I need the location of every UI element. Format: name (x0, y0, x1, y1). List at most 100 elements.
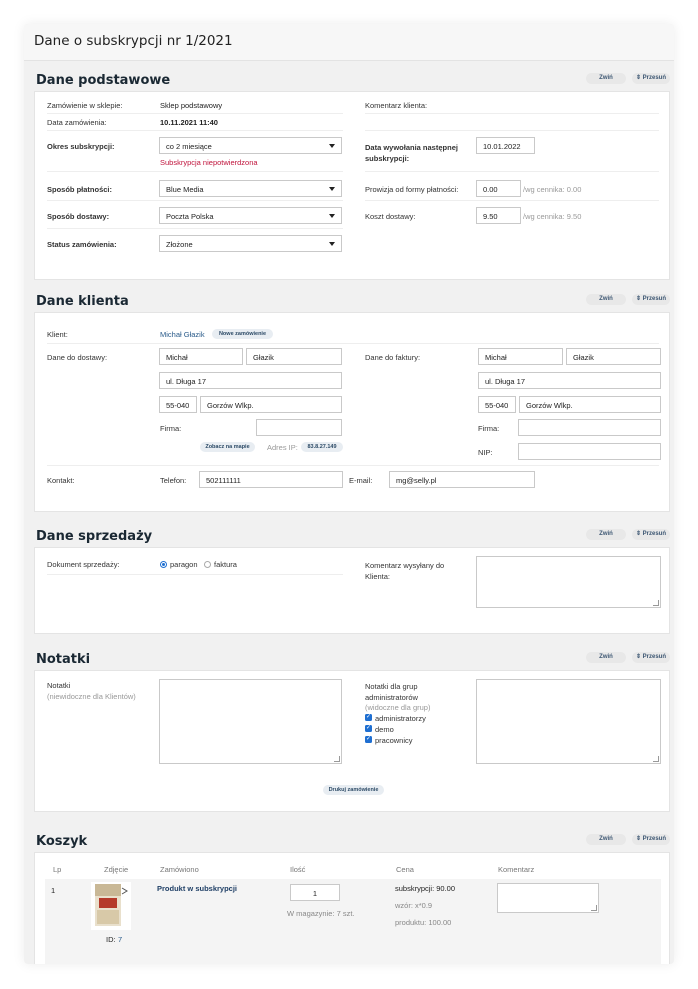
print-order-button[interactable]: Drukuj zamówienie (323, 785, 384, 795)
page-header: Dane o subskrypcji nr 1/2021 (24, 24, 674, 61)
ip-value: 83.8.27.149 (301, 442, 343, 452)
shipping-cost-hint: /wg cennika: 9.50 (523, 212, 582, 221)
shipping-cost-input[interactable]: 9.50 (476, 207, 521, 224)
column-price: Cena (396, 865, 414, 874)
group-employees-label: pracownicy (375, 736, 413, 745)
product-id-link[interactable]: 7 (118, 935, 122, 944)
move-button[interactable]: ⇕ Przesuń (632, 294, 670, 305)
quantity-input[interactable]: 1 (290, 884, 340, 901)
group-demo-label: demo (375, 725, 394, 734)
collapse-button[interactable]: Zwiń (586, 529, 626, 540)
invoice-radio[interactable] (204, 561, 211, 568)
delivery-first-name-input[interactable]: Michał (159, 348, 243, 365)
group-notes-textarea[interactable] (476, 679, 661, 764)
section-title: Koszyk (36, 834, 88, 849)
nip-label: NIP: (478, 448, 493, 457)
collapse-button[interactable]: Zwiń (586, 73, 626, 84)
nip-input[interactable] (518, 443, 661, 460)
receipt-radio[interactable] (160, 561, 167, 568)
delivery-company-label: Firma: (160, 424, 182, 433)
price-formula: wzór: x*0.9 (395, 901, 433, 910)
delivery-last-name-input[interactable]: Głazik (246, 348, 342, 365)
move-button[interactable]: ⇕ Przesuń (632, 529, 670, 540)
section-title: Dane klienta (36, 294, 129, 309)
period-select-value: co 2 miesiące (166, 142, 212, 151)
shop-label: Zamówienie w sklepie: (47, 101, 123, 110)
phone-input[interactable]: 502111111 (199, 471, 343, 488)
checkbox-administrators[interactable]: ✓ (365, 714, 372, 721)
move-button[interactable]: ⇕ Przesuń (632, 834, 670, 845)
period-select[interactable]: co 2 miesiące (159, 137, 342, 154)
status-select[interactable]: Złożone (159, 235, 342, 252)
order-date-value: 10.11.2021 11:40 (160, 118, 218, 127)
dropdown-arrow-icon (329, 187, 335, 191)
section-client: Dane klienta Zwiń ⇕ Przesuń Klient: Mich… (34, 286, 670, 512)
delivery-label: Sposób dostawy: (47, 212, 110, 221)
delivery-zip-input[interactable]: 55-040 (159, 396, 197, 413)
client-label: Klient: (47, 330, 68, 339)
resize-grip-icon (653, 600, 659, 606)
dropdown-arrow-icon (329, 242, 335, 246)
delivery-data-label: Dane do dostawy: (47, 353, 108, 362)
next-call-label: Data wywołania następnej subskrypcji: (365, 143, 458, 163)
product-thumbnail[interactable] (91, 882, 131, 930)
payment-select[interactable]: Blue Media (159, 180, 342, 197)
section-header: Dane podstawowe Zwiń ⇕ Przesuń (34, 65, 670, 91)
invoice-last-name-input[interactable]: Głazik (566, 348, 661, 365)
invoice-first-name-input[interactable]: Michał (478, 348, 563, 365)
column-comment: Komentarz (498, 865, 535, 874)
email-label: E-mail: (349, 476, 373, 485)
resize-grip-icon (334, 756, 340, 762)
section-basic: Dane podstawowe Zwiń ⇕ Przesuń Zamówieni… (34, 65, 670, 280)
next-call-date-input[interactable]: 10.01.2022 (476, 137, 535, 154)
delivery-company-input[interactable] (256, 419, 342, 436)
section-body: Lp Zdjęcie Zamówiono Ilość Cena Komentar… (34, 852, 670, 964)
table-row: 1 ID: 7 Produkt w subskrypcji 1 W magazy… (45, 879, 661, 964)
section-header: Notatki Zwiń ⇕ Przesuń (34, 644, 670, 670)
invoice-zip-input[interactable]: 55-040 (478, 396, 516, 413)
invoice-street-input[interactable]: ul. Długa 17 (478, 372, 661, 389)
notes-textarea[interactable] (159, 679, 342, 764)
checkbox-employees[interactable]: ✓ (365, 736, 372, 743)
item-comment-textarea[interactable] (497, 883, 599, 913)
collapse-button[interactable]: Zwiń (586, 834, 626, 845)
receipt-label: paragon (170, 560, 198, 569)
status-select-value: Złożone (166, 240, 193, 249)
show-on-map-button[interactable]: Zobacz na mapie (200, 442, 255, 452)
product-name-link[interactable]: Produkt w subskrypcji (157, 884, 237, 893)
group-administrators-label: administratorzy (375, 714, 426, 723)
group-notes-label: Notatki dla grup administratorów (365, 682, 418, 702)
invoice-data-label: Dane do faktury: (365, 353, 421, 362)
client-comment-textarea[interactable] (476, 556, 661, 608)
section-header: Dane sprzedaży Zwiń ⇕ Przesuń (34, 521, 670, 547)
email-input[interactable]: mg@selly.pl (389, 471, 535, 488)
section-header: Dane klienta Zwiń ⇕ Przesuń (34, 286, 670, 312)
collapse-button[interactable]: Zwiń (586, 294, 626, 305)
column-quantity: Ilość (290, 865, 306, 874)
dropdown-arrow-icon (329, 214, 335, 218)
column-ordered: Zamówiono (160, 865, 199, 874)
section-notes: Notatki Zwiń ⇕ Przesuń Notatki (niewidoc… (34, 644, 670, 812)
delivery-select[interactable]: Poczta Polska (159, 207, 342, 224)
delivery-street-input[interactable]: ul. Długa 17 (159, 372, 342, 389)
commission-input[interactable]: 0.00 (476, 180, 521, 197)
group-notes-sublabel: (widoczne dla grup) (365, 703, 431, 712)
status-label: Status zamówienia: (47, 240, 117, 249)
invoice-company-input[interactable] (518, 419, 661, 436)
invoice-radio-label: faktura (214, 560, 237, 569)
delivery-city-input[interactable]: Gorzów Wlkp. (200, 396, 342, 413)
ip-label: Adres IP: (267, 443, 298, 452)
new-order-button[interactable]: Nowe zamówienie (212, 329, 273, 339)
product-id-label: ID: (106, 935, 116, 944)
invoice-company-label: Firma: (478, 424, 500, 433)
move-button[interactable]: ⇕ Przesuń (632, 73, 670, 84)
move-button[interactable]: ⇕ Przesuń (632, 652, 670, 663)
price-product: produktu: 100.00 (395, 918, 452, 927)
collapse-button[interactable]: Zwiń (586, 652, 626, 663)
invoice-city-input[interactable]: Gorzów Wlkp. (519, 396, 661, 413)
product-bag-icon (95, 884, 128, 926)
checkbox-demo[interactable]: ✓ (365, 725, 372, 732)
section-title: Dane podstawowe (36, 73, 171, 88)
stock-info: W magazynie: 7 szt. (287, 909, 355, 918)
client-name-link[interactable]: Michał Głazik (160, 330, 205, 339)
